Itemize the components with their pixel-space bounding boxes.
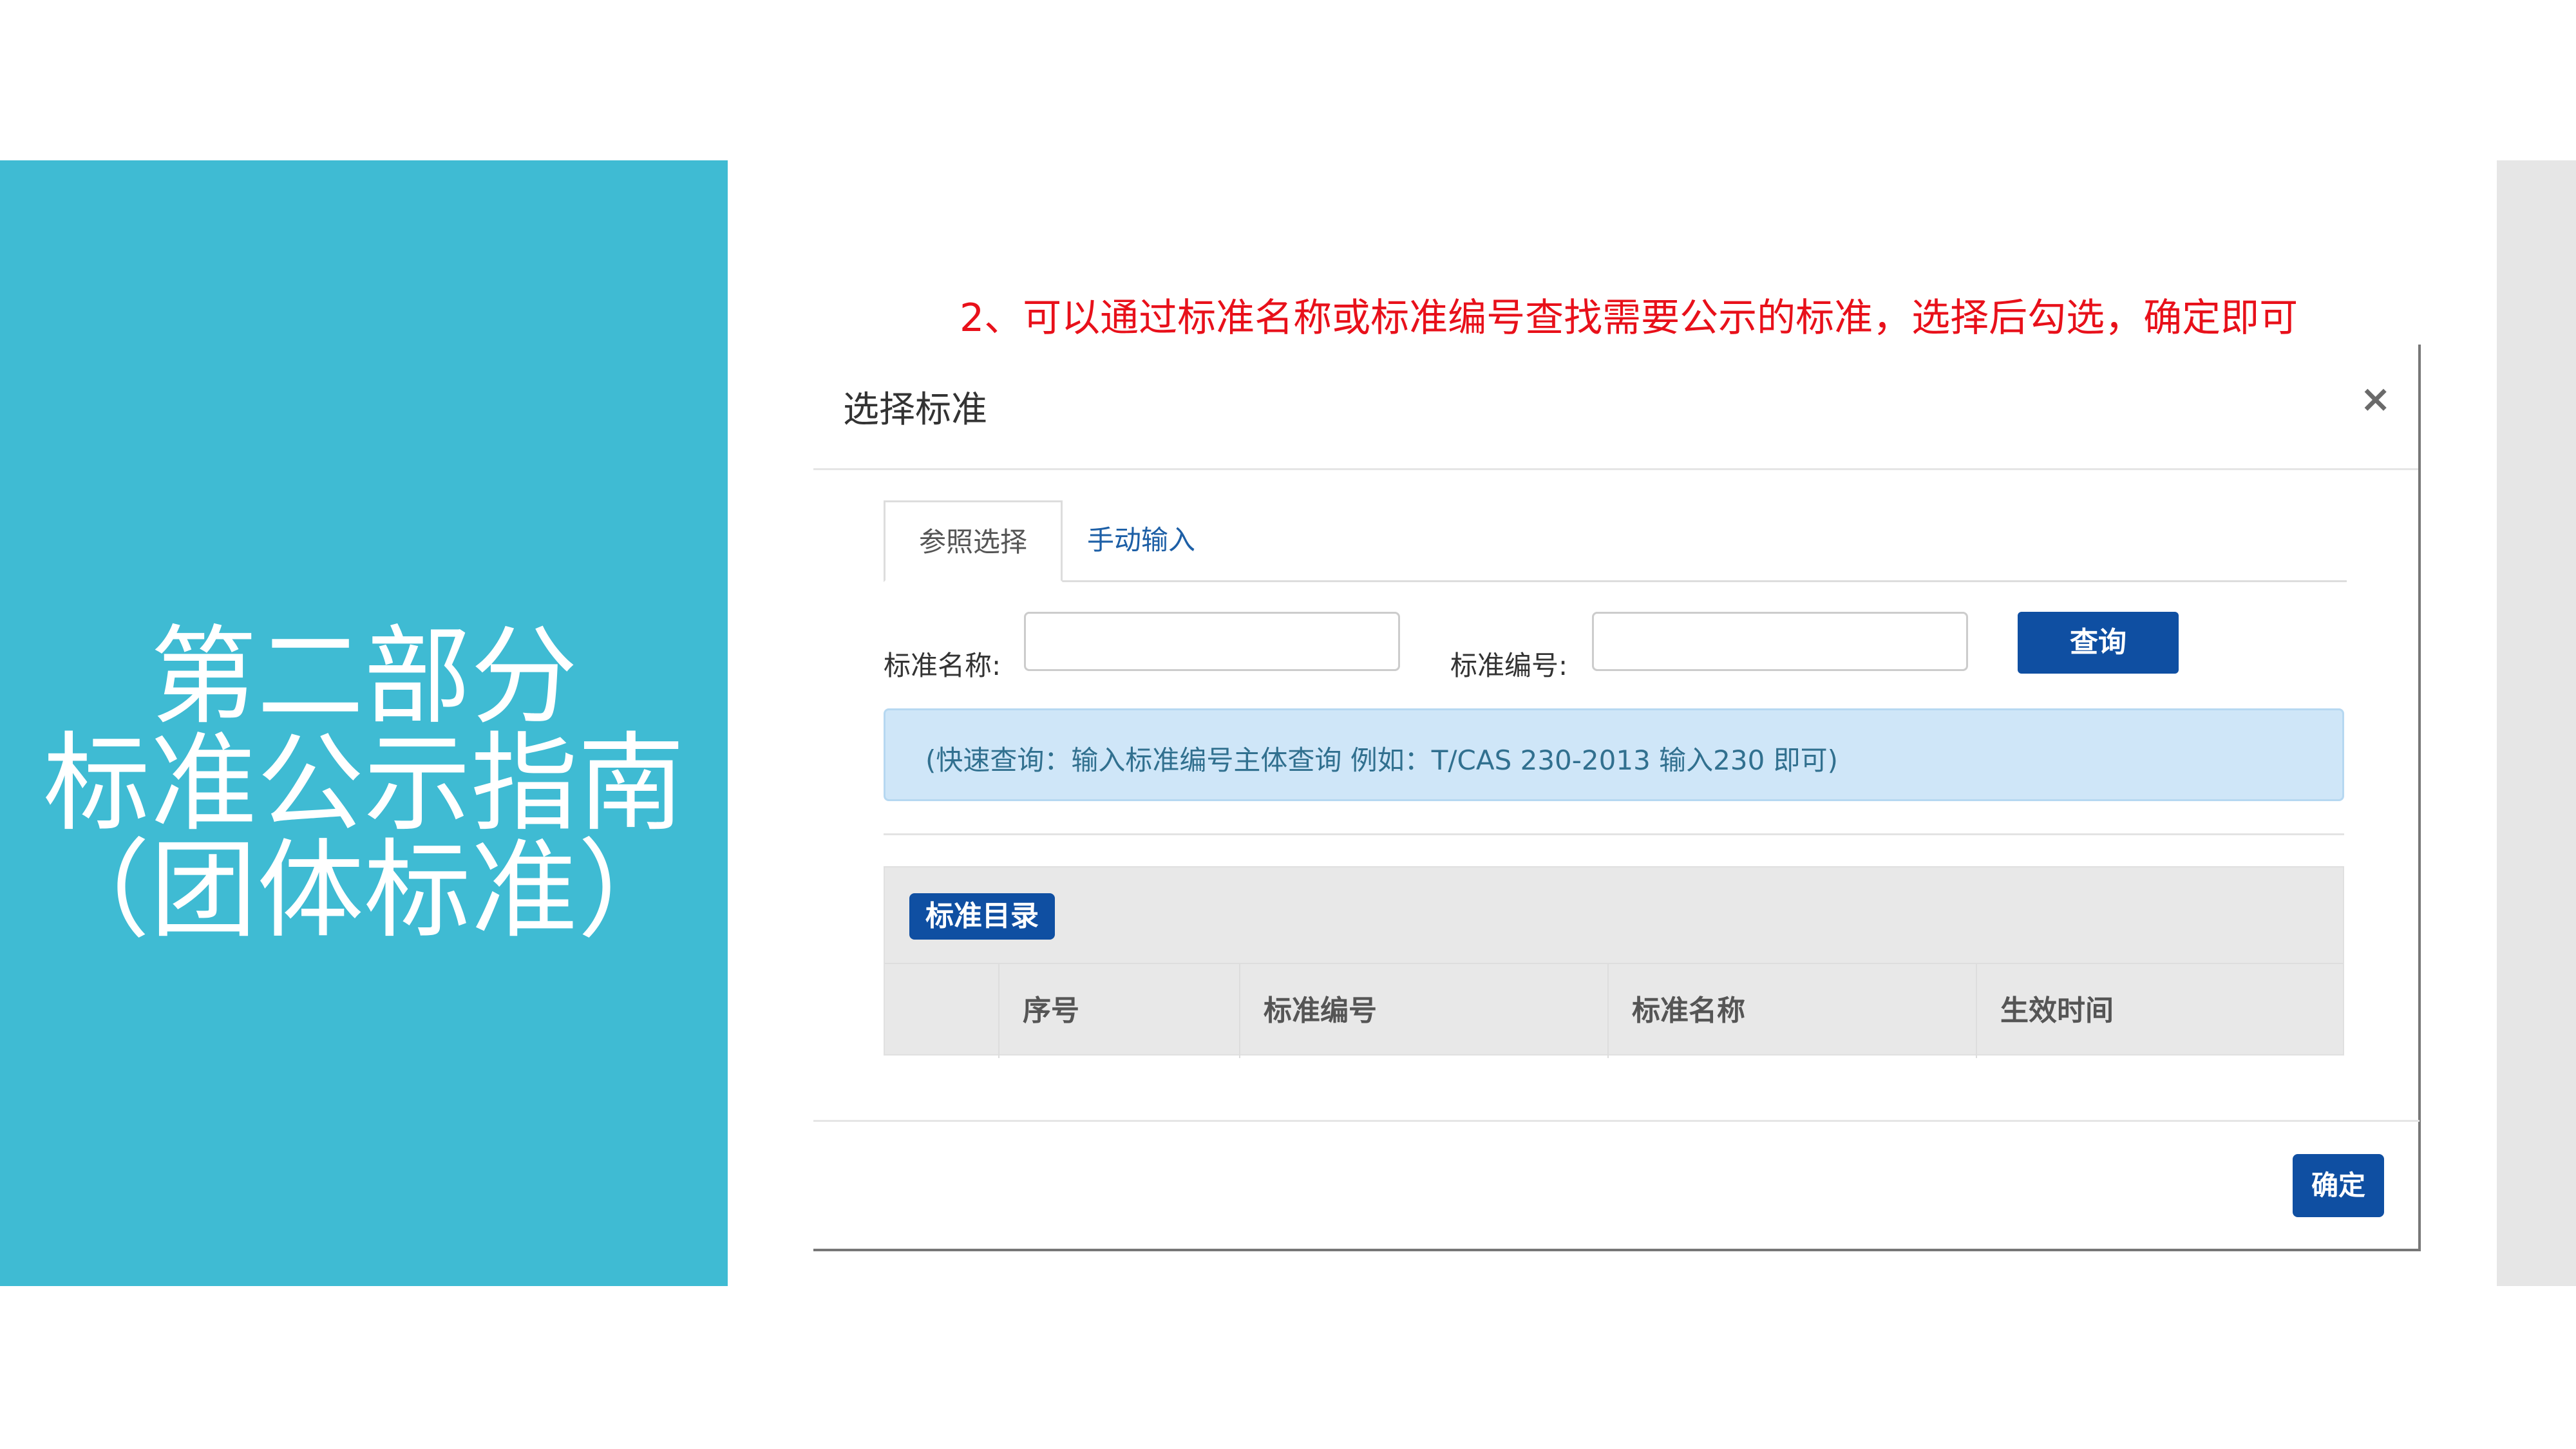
column-header-index: 序号	[998, 964, 1239, 1058]
standard-name-input[interactable]	[1024, 612, 1400, 671]
column-header-standard-name: 标准名称	[1607, 964, 1976, 1058]
column-header-effective-date: 生效时间	[1976, 964, 2344, 1058]
modal-footer-divider	[813, 1120, 2420, 1122]
tab-reference-select[interactable]: 参照选择	[884, 500, 1063, 582]
section-panel: 第二部分 标准公示指南 （团体标准）	[0, 160, 728, 1286]
section-divider	[884, 833, 2344, 835]
catalog-badge: 标准目录	[909, 893, 1055, 940]
section-title-line-2: 标准公示指南	[43, 722, 685, 846]
standard-catalog-panel: 标准目录 序号 标准编号 标准名称 生效时间	[884, 866, 2344, 1058]
quick-query-hint: (快速查询：输入标准编号主体查询 例如：T/CAS 230-2013 输入230…	[884, 708, 2344, 801]
catalog-table-header: 序号 标准编号 标准名称 生效时间	[885, 963, 2343, 1058]
modal-tabs: 参照选择 手动输入	[884, 500, 2347, 582]
modal-header: 选择标准 ×	[813, 345, 2418, 470]
section-title-line-1: 第二部分	[150, 615, 578, 739]
right-edge-strip	[2497, 160, 2576, 1286]
column-header-select	[885, 964, 998, 1058]
confirm-button[interactable]: 确定	[2293, 1154, 2384, 1217]
section-title-line-3: （团体标准）	[43, 829, 685, 953]
standard-name-label: 标准名称:	[884, 650, 1001, 681]
tab-manual-input[interactable]: 手动输入	[1070, 500, 1212, 580]
column-header-standard-number: 标准编号	[1239, 964, 1607, 1058]
modal-title: 选择标准	[843, 389, 987, 431]
query-button[interactable]: 查询	[2018, 612, 2179, 674]
standard-number-label: 标准编号:	[1450, 650, 1568, 681]
section-title: 第二部分 标准公示指南 （团体标准）	[0, 624, 728, 945]
close-icon[interactable]: ×	[2360, 377, 2391, 421]
standard-number-input[interactable]	[1592, 612, 1968, 671]
instruction-text: 2、可以通过标准名称或标准编号查找需要公示的标准，选择后勾选，确定即可	[960, 296, 2298, 341]
quick-query-hint-text: (快速查询：输入标准编号主体查询 例如：T/CAS 230-2013 输入230…	[925, 744, 1839, 776]
